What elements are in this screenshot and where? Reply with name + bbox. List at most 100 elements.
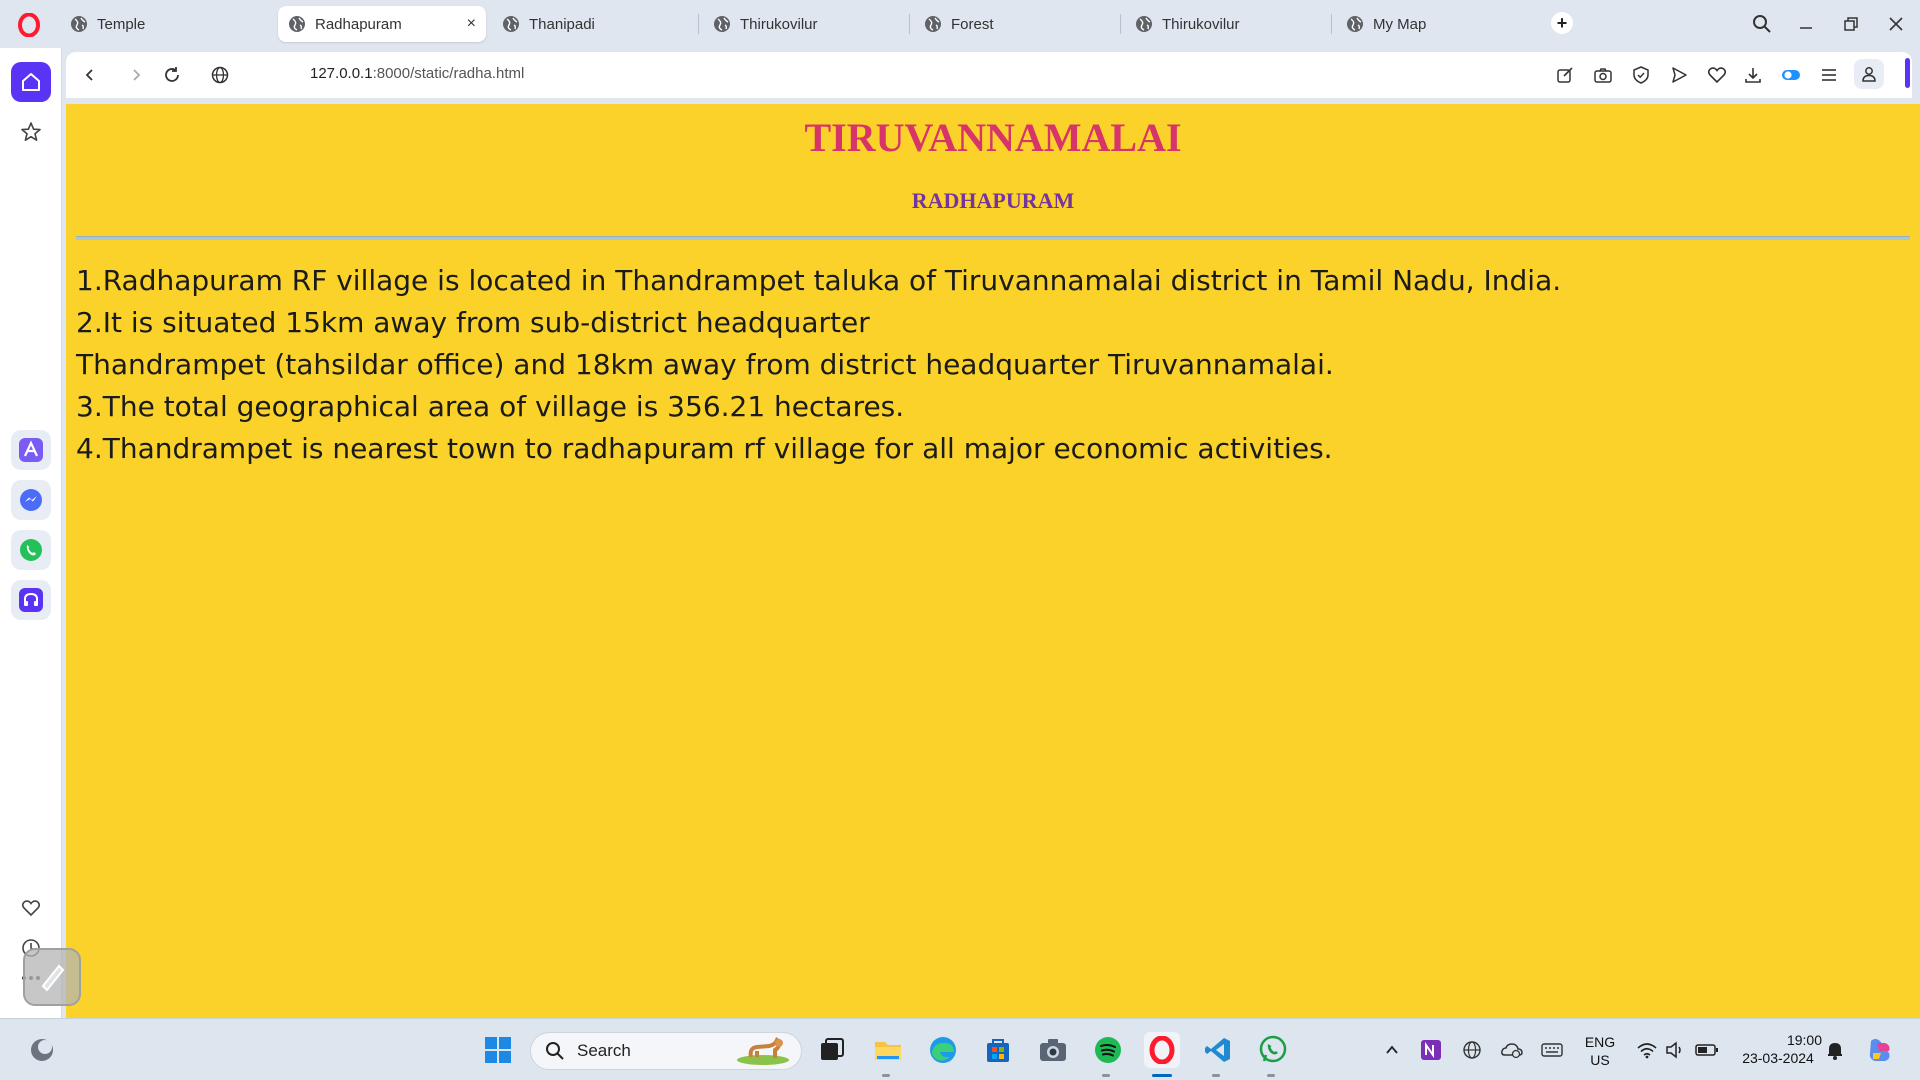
sidebar-favorites-button[interactable] [19,896,43,920]
page-subtitle: RADHAPURAM [911,188,1075,213]
active-indicator [1152,1074,1172,1077]
cloud-sync-icon [1501,1043,1523,1059]
sidebar-messenger-button[interactable] [11,480,51,520]
camera-icon [1040,1039,1066,1061]
camera-app-button[interactable] [1035,1032,1071,1068]
sidebar-aria-button[interactable] [11,430,51,470]
music-player-icon [19,588,43,612]
profile-button[interactable] [1854,59,1884,89]
opera-button[interactable] [1144,1032,1180,1068]
reload-button[interactable] [160,63,184,87]
tab-forest[interactable]: Forest [914,6,1114,42]
send-button[interactable] [1668,64,1690,86]
content-line: 3.The total geographical area of village… [76,390,905,423]
url-host: 127.0.0.1 [310,65,373,82]
tab-separator [698,14,699,34]
globe-icon [289,16,305,32]
close-icon[interactable]: × [467,15,476,33]
keyboard-icon [1541,1043,1563,1057]
tab-label: Thirukovilur [740,15,818,33]
bookmark-button[interactable] [1706,64,1728,86]
tab-my-map[interactable]: My Map [1336,6,1536,42]
home-icon [22,73,40,91]
content-line: 4.Thandrampet is nearest town to radhapu… [76,432,1333,465]
opera-icon [1149,1036,1175,1064]
opera-menu-button[interactable] [14,10,44,40]
spotify-button[interactable] [1090,1032,1126,1068]
task-view-button[interactable] [814,1032,850,1068]
battery-saver-button[interactable] [1780,64,1802,86]
keyboard-tray-button[interactable] [1536,1032,1568,1068]
toggle-icon [1782,70,1800,80]
content-line: 2.It is situated 15km away from sub-dist… [76,306,870,339]
messenger-icon [20,489,42,511]
clock[interactable]: 19:00 23-03-2024 [1734,1031,1822,1067]
vscode-button[interactable] [1200,1032,1236,1068]
sidebar-music-player-button[interactable] [11,580,51,620]
store-button[interactable] [980,1032,1016,1068]
tab-separator [1331,14,1332,34]
new-tab-button[interactable]: + [1551,12,1573,34]
globe-icon [1463,1041,1481,1059]
tab-temple[interactable]: Temple [60,6,270,42]
battery-icon [1695,1044,1718,1056]
address-bar: 127.0.0.1:8000/static/radha.html [66,52,1912,98]
onedrive-tray-button[interactable] [1496,1032,1528,1068]
sidebar-panel-indicator [1905,58,1910,88]
tab-thirukovilur-2[interactable]: Thirukovilur [1125,6,1325,42]
edit-icon [1557,67,1573,83]
start-button[interactable] [480,1032,516,1068]
volume-tray-button[interactable] [1660,1032,1690,1068]
restore-button[interactable] [1839,12,1863,36]
sidebar [0,48,62,1018]
reload-icon [165,67,179,82]
copilot-button[interactable] [1860,1032,1900,1068]
search-icon [546,1042,564,1060]
whatsapp-taskbar-button[interactable] [1255,1032,1291,1068]
whatsapp-icon [1259,1035,1287,1063]
show-hidden-icons-button[interactable] [1374,1032,1410,1068]
globe-icon [503,16,519,32]
downloads-button[interactable] [1742,64,1764,86]
battery-tray-button[interactable] [1692,1032,1722,1068]
back-button[interactable] [78,63,102,87]
whatsapp-icon [20,539,42,561]
site-info-button[interactable] [208,63,232,87]
taskbar-search-box[interactable]: Search [530,1032,802,1070]
url-field[interactable]: 127.0.0.1:8000/static/radha.html [310,65,524,82]
clock-date: 23-03-2024 [1742,1050,1814,1066]
file-explorer-button[interactable] [870,1032,906,1068]
search-label: Search [577,1041,631,1060]
sidebar-home-button[interactable] [11,62,51,102]
chevron-up-icon [1386,1045,1398,1054]
floating-app-icon[interactable] [23,948,81,1006]
tab-label: Thirukovilur [1162,15,1240,33]
download-icon [1745,68,1761,83]
tab-radhapuram[interactable]: Radhapuram × [278,6,486,42]
tab-thanipadi[interactable]: Thanipadi [492,6,692,42]
notifications-button[interactable] [1820,1032,1850,1068]
language-globe-tray-button[interactable] [1456,1032,1488,1068]
minimize-button[interactable] [1794,12,1818,36]
sidebar-speed-dial-button[interactable] [11,112,51,152]
adblock-button[interactable] [1630,64,1652,86]
snapshot-button[interactable] [1592,64,1614,86]
onenote-tray-button[interactable] [1415,1032,1447,1068]
tab-thirukovilur[interactable]: Thirukovilur [703,6,903,42]
running-indicator [882,1074,890,1077]
copilot-icon [1869,1039,1890,1061]
sidebar-whatsapp-button[interactable] [11,530,51,570]
close-icon [1889,17,1903,31]
easy-setup-button[interactable] [1818,64,1840,86]
widgets-button[interactable] [24,1032,60,1068]
tab-search-button[interactable] [1750,12,1774,36]
camera-icon [1594,68,1612,83]
page-content: 1.Radhapuram RF village is located in Th… [76,260,1896,470]
close-window-button[interactable] [1884,12,1908,36]
edge-button[interactable] [925,1032,961,1068]
wifi-tray-button[interactable] [1632,1032,1662,1068]
language-indicator[interactable]: ENG US [1578,1033,1622,1069]
running-indicator [1212,1074,1220,1077]
forward-button[interactable] [124,63,148,87]
edit-page-button[interactable] [1554,64,1576,86]
